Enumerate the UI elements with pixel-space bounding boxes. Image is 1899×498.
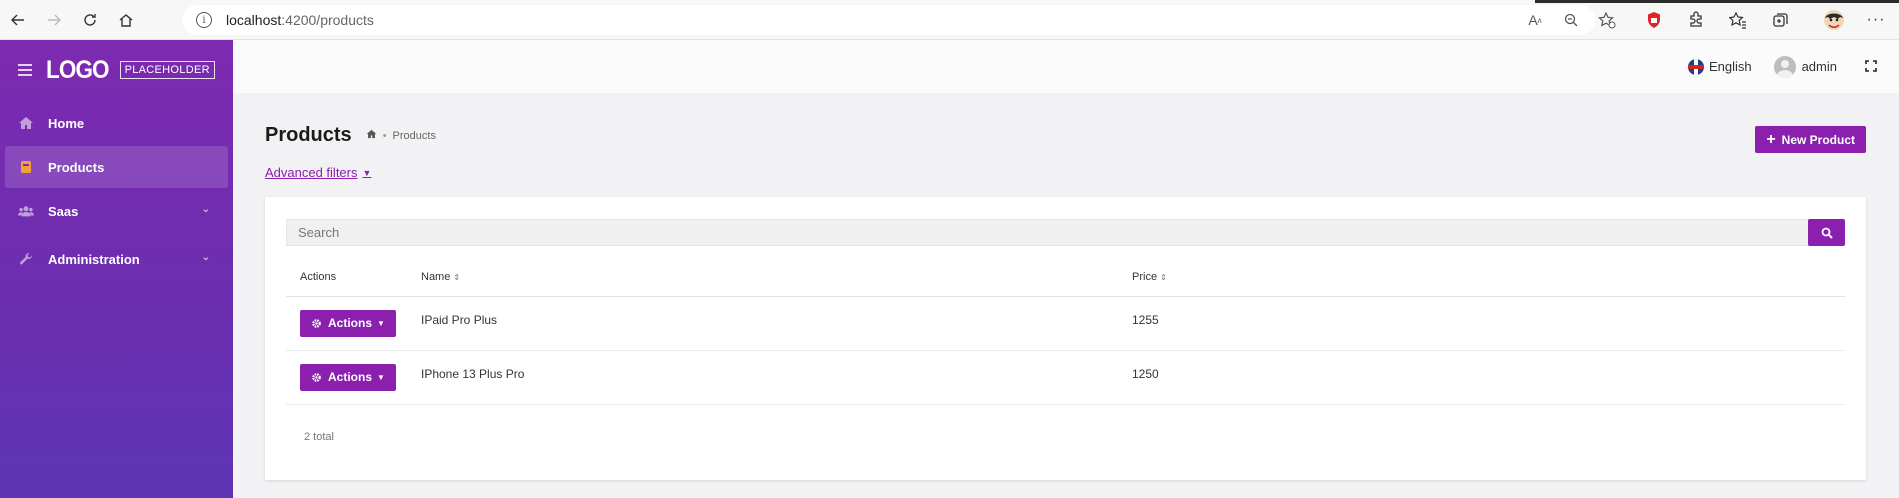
profile-avatar-icon[interactable]	[1813, 0, 1855, 40]
chevron-down-icon: ⌄	[201, 252, 210, 263]
read-aloud-icon[interactable]: Aʌ	[1517, 0, 1553, 40]
reload-button[interactable]	[72, 0, 108, 40]
arrow-right-icon	[48, 14, 61, 25]
search-icon	[1821, 227, 1833, 239]
column-header-price[interactable]: Price ⇕	[1132, 258, 1845, 297]
actions-cell: Actions ▼	[286, 350, 421, 405]
forward-button[interactable]	[36, 0, 72, 40]
breadcrumb-separator: •	[382, 129, 387, 142]
info-icon[interactable]: i	[196, 12, 212, 28]
browser-toolbar: i localhost:4200/products Aʌ ···	[0, 0, 1899, 40]
actions-dropdown-button[interactable]: Actions ▼	[300, 363, 396, 391]
username: admin	[1801, 59, 1837, 74]
page-title: Products	[265, 124, 352, 146]
chevron-down-icon: ⌄	[201, 204, 210, 215]
product-name: IPaid Pro Plus	[421, 296, 1132, 351]
sidebar-item-label: Home	[48, 115, 85, 131]
advanced-filters-link[interactable]: Advanced filters ▼	[265, 165, 371, 180]
gear-icon	[312, 372, 321, 382]
new-product-button[interactable]: + New Product	[1755, 126, 1866, 153]
shield-extension-icon[interactable]	[1633, 0, 1675, 40]
language-selector[interactable]: English	[1687, 58, 1752, 75]
products-card: Actions Name⇕ Price⇕ Actions ▼ IPaid Pro…	[265, 197, 1866, 480]
book-icon	[18, 160, 34, 174]
address-bar[interactable]: i localhost:4200/products	[182, 5, 1595, 35]
menu-toggle-icon[interactable]	[18, 64, 32, 76]
products-table: Actions Name ⇕ Price ⇕ Actions ▼ IPaid Pro…	[286, 258, 1845, 405]
extensions-icon[interactable]	[1675, 0, 1717, 40]
new-product-label: New Product	[1781, 132, 1855, 147]
table-row: Actions ▼ IPaid Pro Plus 1255	[286, 296, 1845, 351]
sidebar-item-products[interactable]: Products	[5, 146, 228, 188]
column-header-actions: Actions	[286, 258, 421, 297]
fullscreen-icon[interactable]	[1865, 59, 1877, 75]
sort-icon[interactable]: ⇕	[1160, 273, 1167, 282]
caret-down-icon: ▼	[377, 318, 385, 328]
add-favorite-icon[interactable]	[1589, 0, 1625, 40]
sidebar: LOGO PLACEHOLDER Home Products Saas ⌄ Ad…	[0, 40, 233, 498]
users-icon	[18, 204, 34, 218]
user-avatar-icon	[1773, 55, 1796, 78]
total-count: 2 total	[304, 431, 334, 443]
url-path: :4200/products	[281, 12, 374, 28]
sidebar-menu: Home Products Saas ⌄ Administration ⌄	[0, 102, 233, 280]
breadcrumb: • Products	[366, 129, 436, 142]
sidebar-item-administration[interactable]: Administration ⌄	[5, 238, 228, 280]
user-menu[interactable]: admin	[1773, 55, 1837, 78]
sidebar-item-label: Saas	[48, 203, 79, 219]
product-price: 1250	[1132, 350, 1845, 405]
home-button[interactable]	[108, 0, 144, 40]
language-label: English	[1708, 59, 1752, 74]
uk-flag-icon	[1687, 58, 1704, 75]
gear-icon	[312, 318, 321, 328]
sort-icon[interactable]: ⇕	[453, 273, 460, 282]
advanced-filters-label: Advanced filters	[265, 165, 358, 180]
search-row	[286, 219, 1845, 246]
sidebar-item-home[interactable]: Home	[5, 102, 228, 144]
sidebar-item-label: Products	[48, 159, 105, 175]
product-name: IPhone 13 Plus Pro	[421, 350, 1132, 405]
table-row: Actions ▼ IPhone 13 Plus Pro 1250	[286, 350, 1845, 405]
actions-dropdown-button[interactable]: Actions ▼	[300, 309, 396, 337]
back-button[interactable]	[0, 0, 36, 40]
top-bar: English admin	[233, 40, 1899, 93]
reload-icon	[84, 13, 96, 26]
column-header-name[interactable]: Name ⇕	[421, 258, 1132, 297]
more-options-icon[interactable]: ···	[1855, 0, 1897, 40]
plus-icon: +	[1766, 130, 1776, 148]
search-button[interactable]	[1808, 219, 1845, 246]
sidebar-header: LOGO PLACEHOLDER	[0, 40, 233, 100]
url-host: localhost	[226, 12, 282, 28]
logo-text: LOGO	[46, 55, 110, 84]
zoom-out-icon[interactable]	[1553, 0, 1589, 40]
breadcrumb-current: Products	[392, 129, 436, 142]
favorites-icon[interactable]	[1717, 0, 1759, 40]
house-icon	[119, 13, 133, 27]
wrench-icon	[18, 252, 34, 266]
actions-cell: Actions ▼	[286, 296, 421, 351]
sidebar-item-label: Administration	[48, 251, 140, 267]
chevron-down-icon: ▼	[362, 167, 372, 178]
logo-placeholder: PLACEHOLDER	[119, 61, 215, 79]
arrow-left-icon	[11, 14, 24, 25]
caret-down-icon: ▼	[377, 372, 385, 382]
collections-icon[interactable]	[1759, 0, 1801, 40]
home-icon	[18, 116, 34, 130]
table-header-row: Actions Name ⇕ Price ⇕	[286, 258, 1845, 297]
product-price: 1255	[1132, 296, 1845, 351]
page-header: Products • Products	[265, 124, 436, 147]
search-input[interactable]	[286, 219, 1816, 246]
main-content: English admin Products • Products + New …	[233, 40, 1899, 498]
home-icon[interactable]	[366, 129, 377, 142]
sidebar-item-saas[interactable]: Saas ⌄	[5, 190, 228, 232]
